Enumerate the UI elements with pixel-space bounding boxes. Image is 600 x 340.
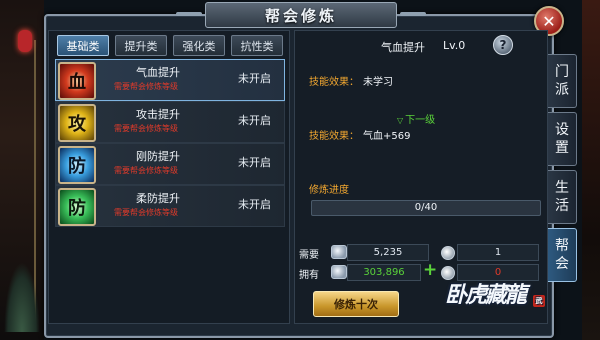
window-title-bar: 帮会修炼: [176, 2, 426, 28]
train-ten-times-button[interactable]: 修炼十次: [313, 291, 399, 317]
next-level-heading: ▽ 下一级: [397, 111, 435, 126]
logo-seal: 武: [533, 295, 545, 307]
current-effect-label: 技能效果：: [309, 77, 359, 88]
side-tab-char: 会: [555, 256, 569, 272]
current-effect-value: 未学习: [363, 77, 393, 88]
skill-name: 柔防提升: [136, 192, 180, 205]
side-tab-char: 派: [555, 82, 569, 98]
skill-row-soft-defense[interactable]: 防 柔防提升 需要帮会修炼等级 未开启: [55, 185, 285, 227]
plant-decoration: [4, 262, 40, 332]
title-ornament-right: [400, 12, 426, 16]
side-tab-char: 设: [555, 122, 569, 138]
progress-text: 0/40: [414, 202, 438, 213]
side-tab-char: 置: [555, 140, 569, 156]
side-tab-settings[interactable]: 设 置: [548, 112, 577, 166]
skill-row-attack[interactable]: 攻 攻击提升 需要帮会修炼等级 未开启: [55, 101, 285, 143]
skill-row-hard-defense[interactable]: 防 刚防提升 需要帮会修炼等级 未开启: [55, 143, 285, 185]
skill-status: 未开启: [238, 198, 271, 211]
skill-requirement: 需要帮会修炼等级: [114, 124, 178, 133]
game-logo: 卧虎藏龍 武: [445, 277, 545, 323]
skill-list-panel: 基础类 提升类 强化类 抗性类 血 气血提升 需要帮会修炼等级 未开启 攻 攻击…: [48, 30, 290, 324]
progress-label: 修炼进度: [309, 185, 349, 196]
skill-status: 未开启: [238, 156, 271, 169]
silver-icon: [331, 245, 347, 259]
gem-icon: [441, 246, 455, 260]
detail-skill-level: Lv.0: [443, 39, 466, 52]
window-title: 帮会修炼: [264, 6, 337, 25]
side-tab-guild[interactable]: 帮 会: [548, 228, 577, 282]
have-silver-value: 303,896: [347, 264, 421, 281]
left-backdrop: [0, 0, 44, 340]
skill-name: 攻击提升: [136, 108, 180, 121]
side-tab-char: 帮: [555, 238, 569, 254]
side-tab-char: 生: [555, 180, 569, 196]
detail-skill-name: 气血提升: [381, 41, 425, 54]
attack-skill-icon: 攻: [58, 104, 96, 142]
tab-resistance[interactable]: 抗性类: [231, 35, 283, 56]
skill-requirement: 需要帮会修炼等级: [114, 166, 178, 175]
right-backdrop: [582, 0, 600, 340]
side-tab-char: 门: [555, 64, 569, 80]
progress-bar: 0/40: [311, 200, 541, 216]
next-effect-value: 气血+569: [363, 131, 411, 142]
have-label: 拥有: [299, 270, 319, 281]
game-logo-text: 卧虎藏龍: [445, 282, 527, 308]
skill-requirement: 需要帮会修炼等级: [114, 208, 178, 217]
skill-row-hp[interactable]: 血 气血提升 需要帮会修炼等级 未开启: [55, 59, 285, 101]
title-ornament-left: [176, 12, 202, 16]
need-silver-value: 5,235: [347, 244, 429, 261]
silver-icon: [331, 265, 347, 279]
next-effect-label: 技能效果：: [309, 131, 359, 142]
lantern-decoration: [18, 30, 32, 52]
skill-status: 未开启: [238, 72, 271, 85]
tab-upgrade[interactable]: 提升类: [115, 35, 167, 56]
category-tabs: 基础类 提升类 强化类 抗性类: [57, 35, 283, 56]
tab-enhance[interactable]: 强化类: [173, 35, 225, 56]
side-tab-char: 活: [555, 198, 569, 214]
close-icon: ✕: [542, 11, 556, 31]
skill-detail-panel: 气血提升 Lv.0 ? 技能效果： 未学习 ▽ 下一级 技能效果： 气血+569 …: [294, 30, 548, 324]
blood-skill-icon: 血: [58, 62, 96, 100]
next-level-label: 下一级: [405, 115, 436, 126]
help-icon[interactable]: ?: [493, 35, 513, 55]
side-tab-sect[interactable]: 门 派: [548, 54, 577, 108]
need-gem-value: 1: [457, 244, 539, 261]
skill-requirement: 需要帮会修炼等级: [114, 82, 178, 91]
skill-name: 刚防提升: [136, 150, 180, 163]
need-label: 需要: [299, 250, 319, 261]
side-tab-life[interactable]: 生 活: [548, 170, 577, 224]
hard-defense-skill-icon: 防: [58, 146, 96, 184]
next-level-arrow-icon: ▽: [397, 116, 404, 125]
soft-defense-skill-icon: 防: [58, 188, 96, 226]
tab-basic[interactable]: 基础类: [57, 35, 109, 56]
skill-name: 气血提升: [136, 66, 180, 79]
add-silver-icon[interactable]: +: [423, 262, 437, 279]
skill-status: 未开启: [238, 114, 271, 127]
